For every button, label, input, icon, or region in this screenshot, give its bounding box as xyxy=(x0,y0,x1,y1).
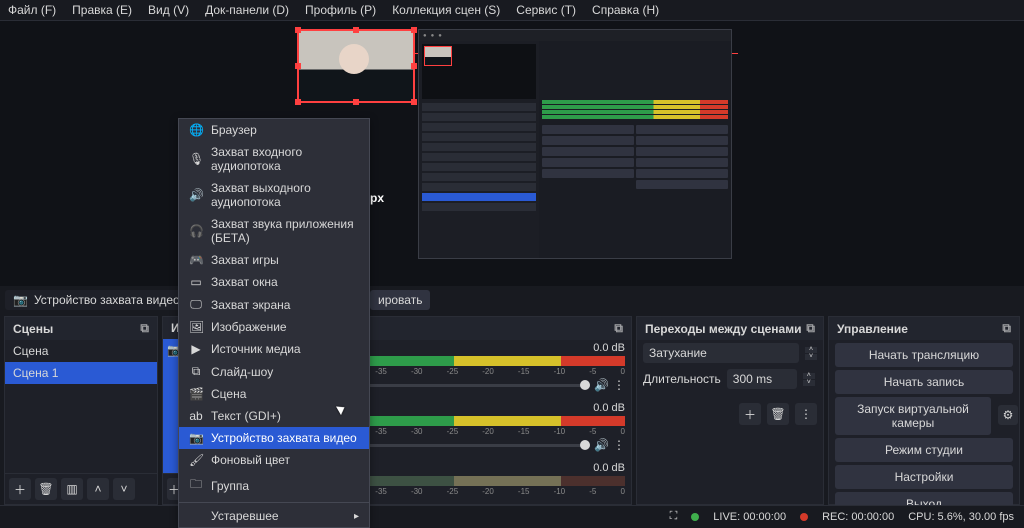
source-type-icon: ab xyxy=(189,409,203,423)
source-type-icon: 🖼 xyxy=(189,320,203,334)
camera-icon: 📷 xyxy=(13,293,28,307)
context-menu-item[interactable]: 🎮Захват игры xyxy=(179,249,369,271)
live-timer: LIVE: 00:00:00 xyxy=(713,511,786,523)
add-source-context-menu: 🌐Браузер🎙Захват входного аудиопотока🔊Зах… xyxy=(178,118,370,528)
source-type-icon: 🎬 xyxy=(189,387,203,401)
menu-item[interactable]: Сервис (T) xyxy=(516,3,576,17)
context-menu-item[interactable]: 🖵Захват экрана xyxy=(179,293,369,316)
transitions-panel: Переходы между сценами ⧉ Затухание ˄˅ Дл… xyxy=(636,316,824,505)
control-button[interactable]: Начать запись xyxy=(835,370,1013,394)
webcam-selection[interactable] xyxy=(297,29,415,103)
source-type-icon: ⧉ xyxy=(189,364,203,379)
source-type-icon: 🔊 xyxy=(189,188,203,202)
menu-item[interactable]: Файл (F) xyxy=(8,3,56,17)
controls-panel: Управление ⧉ Начать трансляцию Начать зап… xyxy=(828,316,1020,505)
menu-item[interactable]: Справка (H) xyxy=(592,3,659,17)
context-menu-deprecated[interactable]: Устаревшее xyxy=(179,505,369,527)
dock-panels: Сцены ⧉ СценаСцена 1 ＋ 🗑 ▥ ˄ ˅ И 📷 ＋ р з… xyxy=(0,316,1024,505)
context-menu-item[interactable]: 🔊Захват выходного аудиопотока xyxy=(179,177,369,213)
scene-item[interactable]: Сцена 1 xyxy=(5,362,157,384)
context-menu-item[interactable]: ▭Захват окна xyxy=(179,271,369,293)
selected-source-name: Устройство захвата видео xyxy=(34,293,180,307)
scenes-panel: Сцены ⧉ СценаСцена 1 ＋ 🗑 ▥ ˄ ˅ xyxy=(4,316,158,505)
remove-transition-button[interactable]: 🗑 xyxy=(767,403,789,425)
rec-status-dot xyxy=(800,513,808,521)
captured-screen-preview: ●●● xyxy=(418,29,732,259)
cpu-stats: CPU: 5.6%, 30.00 fps xyxy=(908,511,1014,523)
source-type-icon: 🖌 xyxy=(189,453,203,467)
menu-item[interactable]: Вид (V) xyxy=(148,3,189,17)
duration-label: Длительность xyxy=(643,372,721,386)
scenes-title: Сцены xyxy=(13,322,53,336)
status-bar: ⛶ LIVE: 00:00:00 REC: 00:00:00 CPU: 5.6%… xyxy=(0,505,1024,527)
undock-icon[interactable]: ⧉ xyxy=(614,321,623,336)
control-button[interactable]: Начать трансляцию xyxy=(835,343,1013,367)
webcam-thumbnail xyxy=(299,31,413,101)
speaker-icon[interactable]: 🔊 xyxy=(594,438,609,452)
context-menu-item[interactable]: 🎙Захват входного аудиопотока xyxy=(179,141,369,177)
scenes-list: СценаСцена 1 xyxy=(5,340,157,384)
undock-icon[interactable]: ⧉ xyxy=(1002,321,1011,336)
control-button[interactable]: Запуск виртуальной камеры xyxy=(835,397,991,435)
source-type-icon: 🎙 xyxy=(189,152,203,166)
context-menu-item[interactable]: ▶Источник медиа xyxy=(179,338,369,360)
source-type-icon: 📷 xyxy=(189,431,203,445)
controls-title: Управление xyxy=(837,322,908,336)
context-menu-item[interactable]: 🗀Группа xyxy=(179,471,369,500)
undock-icon[interactable]: ⧉ xyxy=(806,321,815,336)
transition-stepper[interactable]: ˄˅ xyxy=(805,347,817,360)
truncated-button[interactable]: ировать xyxy=(370,290,430,310)
menubar: Файл (F) Правка (E) Вид (V) Док-панели (D) П… xyxy=(0,0,1024,21)
rec-timer: REC: 00:00:00 xyxy=(822,511,894,523)
channel-db: 0.0 dB xyxy=(593,402,625,414)
transition-type-select[interactable]: Затухание xyxy=(643,343,799,363)
control-button[interactable]: Режим студии xyxy=(835,438,1013,462)
transition-properties-button[interactable]: ⋮ xyxy=(795,403,817,425)
context-menu-item[interactable]: 📷Устройство захвата видео xyxy=(179,427,369,449)
add-transition-button[interactable]: ＋ xyxy=(739,403,761,425)
menu-item[interactable]: Правка (E) xyxy=(72,3,132,17)
preview-area[interactable]: 991 px px ●●● xyxy=(0,21,1024,286)
remove-scene-button[interactable]: 🗑 xyxy=(35,478,57,500)
network-icon: ⛶ xyxy=(670,510,678,523)
transitions-title: Переходы между сценами xyxy=(645,322,801,336)
context-menu-item[interactable]: 🖌Фоновый цвет xyxy=(179,449,369,471)
scene-up-button[interactable]: ˄ xyxy=(87,478,109,500)
context-menu-item[interactable]: 🌐Браузер xyxy=(179,119,369,141)
menu-item[interactable]: Коллекция сцен (S) xyxy=(392,3,500,17)
channel-db: 0.0 dB xyxy=(593,462,625,474)
add-scene-button[interactable]: ＋ xyxy=(9,478,31,500)
transition-duration-input[interactable]: 300 ms xyxy=(727,369,797,389)
virtual-camera-settings-button[interactable]: ⚙ xyxy=(998,405,1018,425)
dimension-side-label: px xyxy=(370,191,384,205)
live-status-dot xyxy=(691,513,699,521)
channel-menu-button[interactable]: ⋮ xyxy=(613,378,625,392)
context-menu-item[interactable]: 🎧Захват звука приложения (БЕТА) xyxy=(179,213,369,249)
duration-stepper[interactable]: ˄˅ xyxy=(803,373,815,386)
source-type-icon: 🎮 xyxy=(189,253,203,267)
source-type-icon: ▶ xyxy=(189,342,203,356)
menu-item[interactable]: Профиль (P) xyxy=(305,3,376,17)
context-menu-item[interactable]: 🖼Изображение xyxy=(179,316,369,338)
source-type-icon: 🗀 xyxy=(189,475,203,496)
context-menu-item[interactable]: ⧉Слайд-шоу xyxy=(179,360,369,383)
context-menu-item[interactable]: 🎬Сцена xyxy=(179,383,369,405)
source-type-icon: ▭ xyxy=(189,275,203,289)
scene-item[interactable]: Сцена xyxy=(5,340,157,362)
speaker-icon[interactable]: 🔊 xyxy=(594,378,609,392)
channel-menu-button[interactable]: ⋮ xyxy=(613,438,625,452)
channel-db: 0.0 dB xyxy=(593,342,625,354)
scene-down-button[interactable]: ˅ xyxy=(113,478,135,500)
menu-item[interactable]: Док-панели (D) xyxy=(205,3,289,17)
source-type-icon: 🎧 xyxy=(189,224,203,238)
undock-icon[interactable]: ⧉ xyxy=(140,321,149,336)
source-type-icon: 🌐 xyxy=(189,123,203,137)
scenes-toolbar: ＋ 🗑 ▥ ˄ ˅ xyxy=(5,473,157,504)
scene-filters-button[interactable]: ▥ xyxy=(61,478,83,500)
control-button[interactable]: Настройки xyxy=(835,465,1013,489)
source-type-icon: 🖵 xyxy=(189,297,203,312)
